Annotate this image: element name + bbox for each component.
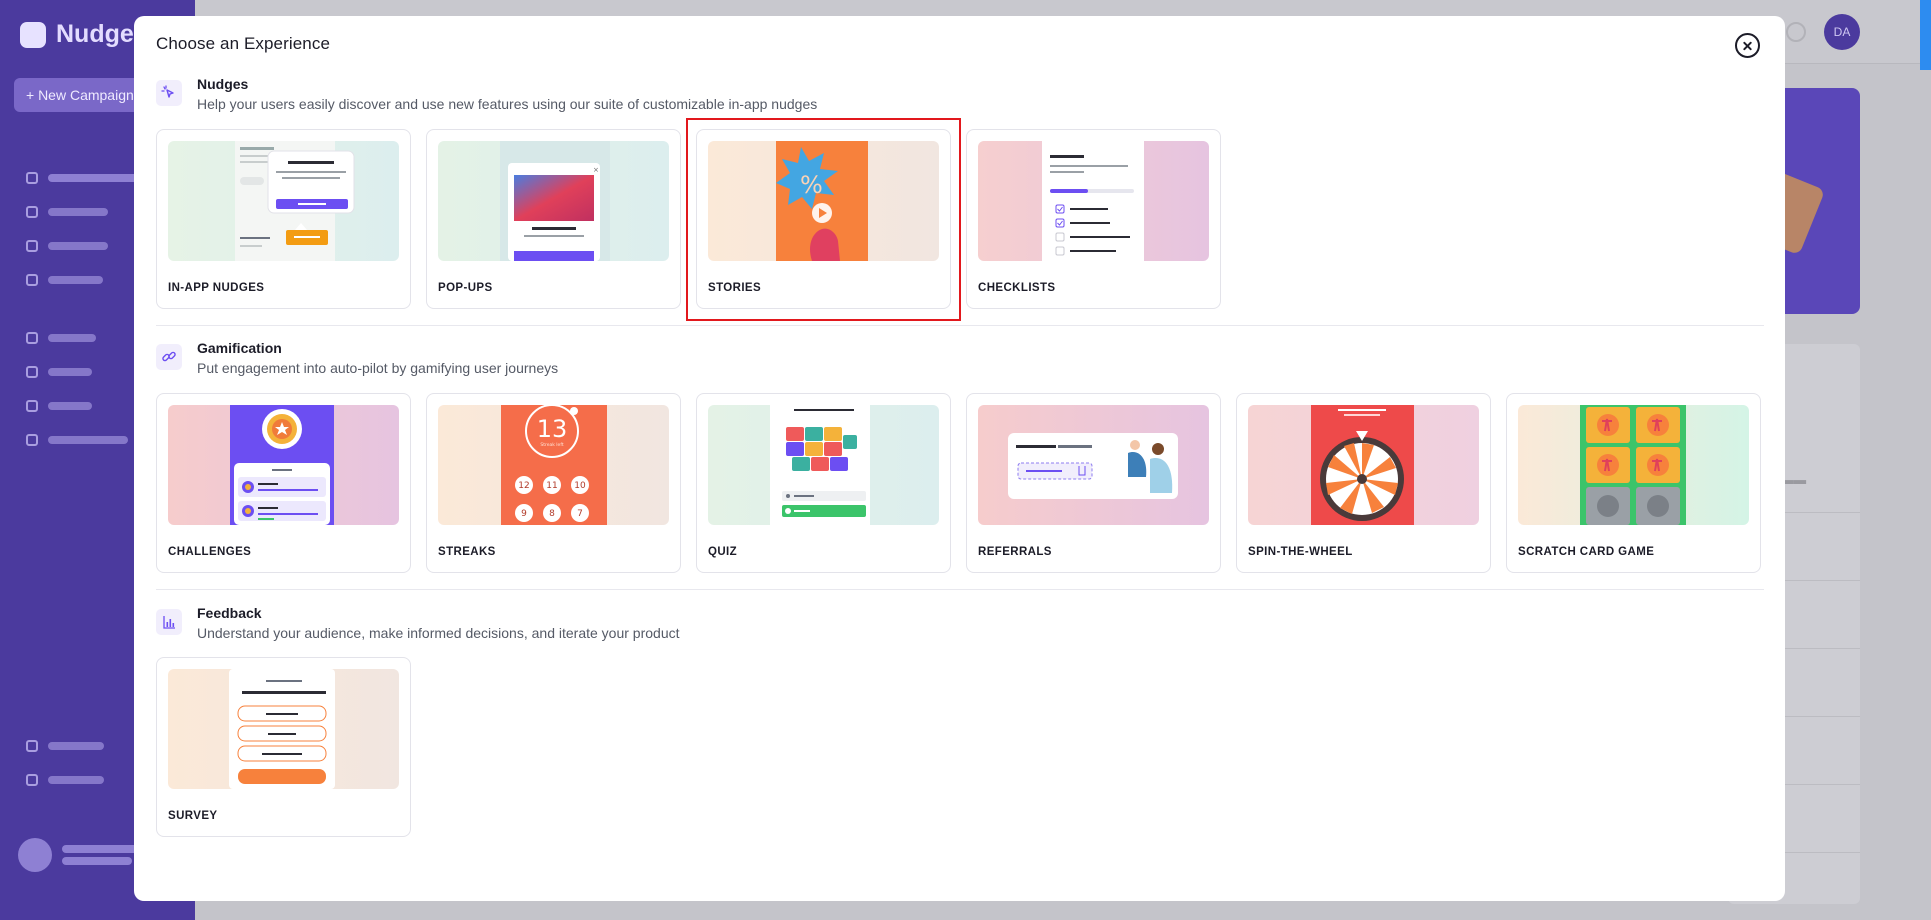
- card-label: SURVEY: [168, 810, 218, 822]
- card-label: SCRATCH CARD GAME: [1518, 546, 1655, 558]
- stories-badge: %: [800, 171, 823, 199]
- close-icon[interactable]: [1735, 33, 1760, 58]
- sidebar-user[interactable]: [18, 838, 142, 872]
- card-label: SPIN-THE-WHEEL: [1248, 546, 1353, 558]
- brand-name: Nudge: [56, 20, 134, 48]
- card-in-app-nudges[interactable]: IN-APP NUDGES: [156, 129, 411, 309]
- card-label: QUIZ: [708, 546, 738, 558]
- section-title-nudges: Nudges: [197, 76, 249, 92]
- connections-icon: [26, 434, 38, 446]
- stories-thumbnail: %: [708, 141, 939, 261]
- card-survey[interactable]: SURVEY: [156, 657, 411, 837]
- streak-day: 7: [577, 509, 583, 519]
- streak-day: 10: [574, 481, 586, 491]
- card-spin-the-wheel[interactable]: SPIN-THE-WHEEL: [1236, 393, 1491, 573]
- challenges-thumbnail: [168, 405, 399, 525]
- section-desc-nudges: Help your users easily discover and use …: [197, 96, 818, 112]
- card-scratch-card-game[interactable]: SCRATCH CARD GAME: [1506, 393, 1761, 573]
- choose-experience-modal: Choose an Experience Nudges Help your us…: [134, 16, 1785, 901]
- card-label: IN-APP NUDGES: [168, 282, 265, 294]
- streak-day-number: 13: [537, 415, 568, 443]
- users-icon: [26, 366, 38, 378]
- logo-mark-icon: [20, 21, 46, 48]
- sidebar-item-rewards[interactable]: [26, 240, 108, 252]
- streak-day: 11: [546, 481, 557, 491]
- section-title-feedback: Feedback: [197, 605, 262, 621]
- streak-subtitle: Streak left: [540, 442, 563, 448]
- pop-ups-thumbnail: ×: [438, 141, 669, 261]
- sidebar-item-settings[interactable]: [26, 740, 104, 752]
- card-streaks[interactable]: 13 Streak left 12 11 10 9 8 7 STREAKS: [426, 393, 681, 573]
- card-referrals[interactable]: REFERRALS: [966, 393, 1221, 573]
- chain-link-icon: [156, 344, 182, 370]
- card-checklists[interactable]: CHECKLISTS: [966, 129, 1221, 309]
- card-quiz[interactable]: QUIZ: [696, 393, 951, 573]
- triggers-icon: [26, 206, 38, 218]
- rewards-icon: [26, 240, 38, 252]
- settings-icon: [26, 740, 38, 752]
- streaks-thumbnail: 13 Streak left 12 11 10 9 8 7: [438, 405, 669, 525]
- user-avatar[interactable]: DA: [1824, 14, 1860, 50]
- card-label: STREAKS: [438, 546, 496, 558]
- card-label: POP-UPS: [438, 282, 493, 294]
- bar-chart-icon: [156, 609, 182, 635]
- referrals-thumbnail: [978, 405, 1209, 525]
- support-icon: [26, 774, 38, 786]
- section-title-gamification: Gamification: [197, 340, 282, 356]
- survey-thumbnail: [168, 669, 399, 789]
- svg-text:×: ×: [593, 166, 599, 174]
- section-divider: [156, 589, 1764, 590]
- campaigns-icon: [26, 172, 38, 184]
- streak-day: 8: [549, 509, 555, 519]
- notification-icon[interactable]: [1786, 22, 1806, 42]
- scrollbar[interactable]: [1920, 0, 1931, 70]
- sidebar-item-reports[interactable]: [26, 274, 103, 286]
- section-divider: [156, 325, 1764, 326]
- in-app-nudges-thumbnail: [168, 141, 399, 261]
- section-desc-feedback: Understand your audience, make informed …: [197, 625, 680, 641]
- card-label: CHECKLISTS: [978, 282, 1056, 294]
- streak-day: 12: [518, 481, 529, 491]
- quiz-thumbnail: [708, 405, 939, 525]
- spin-the-wheel-thumbnail: [1248, 405, 1479, 525]
- checklists-thumbnail: [978, 141, 1209, 261]
- sidebar-item-pages[interactable]: [26, 400, 92, 412]
- scratch-card-game-thumbnail: [1518, 405, 1749, 525]
- events-icon: [26, 332, 38, 344]
- sidebar-item-users[interactable]: [26, 366, 92, 378]
- card-label: STORIES: [708, 282, 762, 294]
- modal-title: Choose an Experience: [156, 34, 331, 53]
- sidebar-item-connections[interactable]: [26, 434, 128, 446]
- card-label: CHALLENGES: [168, 546, 252, 558]
- card-pop-ups[interactable]: × POP-UPS: [426, 129, 681, 309]
- avatar: [18, 838, 52, 872]
- card-stories[interactable]: % STORIES: [696, 129, 951, 309]
- pages-icon: [26, 400, 38, 412]
- section-desc-gamification: Put engagement into auto-pilot by gamify…: [197, 360, 559, 376]
- sidebar-item-support[interactable]: [26, 774, 104, 786]
- streak-day: 9: [521, 509, 527, 519]
- sidebar-item-campaigns[interactable]: [26, 172, 138, 184]
- sidebar-item-triggers[interactable]: [26, 206, 108, 218]
- sidebar-item-events[interactable]: [26, 332, 96, 344]
- card-label: REFERRALS: [978, 546, 1052, 558]
- card-challenges[interactable]: CHALLENGES: [156, 393, 411, 573]
- reports-icon: [26, 274, 38, 286]
- sparkle-cursor-icon: [156, 80, 182, 106]
- brand-logo: Nudge: [20, 20, 134, 49]
